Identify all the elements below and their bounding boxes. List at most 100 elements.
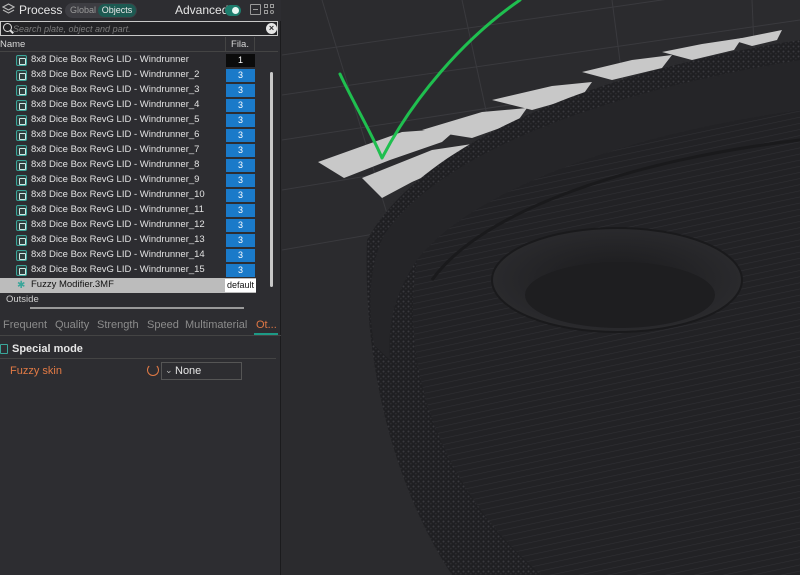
scope-toggle[interactable]: Global Objects <box>65 3 137 18</box>
object-icon <box>16 265 27 276</box>
object-name: 8x8 Dice Box RevG LID - Windrunner_2 <box>31 69 200 80</box>
column-name-header[interactable]: Name <box>0 39 25 50</box>
object-icon <box>16 130 27 141</box>
param-table-icon[interactable] <box>264 4 276 16</box>
object-icon <box>16 70 27 81</box>
process-header: Process Global Objects Advanced <box>0 0 281 21</box>
object-name: 8x8 Dice Box RevG LID - Windrunner_14 <box>31 249 205 260</box>
object-name: 8x8 Dice Box RevG LID - Windrunner_9 <box>31 174 200 185</box>
object-name: 8x8 Dice Box RevG LID - Windrunner_8 <box>31 159 200 170</box>
object-name: 8x8 Dice Box RevG LID - Windrunner_11 <box>31 204 205 215</box>
search-box[interactable]: × <box>0 21 278 36</box>
filament-badge[interactable]: 3 <box>226 159 255 172</box>
list-item[interactable]: 8x8 Dice Box RevG LID - Windrunner_13 3 <box>0 233 270 248</box>
filament-badge[interactable]: 1 <box>226 54 255 67</box>
advanced-toggle[interactable] <box>225 5 241 16</box>
object-list-scrollbar[interactable] <box>270 72 273 287</box>
object-name: 8x8 Dice Box RevG LID - Windrunner_3 <box>31 84 200 95</box>
scope-global-option[interactable]: Global <box>70 5 96 15</box>
filament-badge[interactable]: 3 <box>226 264 255 277</box>
column-filament-header[interactable]: Fila. <box>225 37 255 52</box>
list-item[interactable]: 8x8 Dice Box RevG LID - Windrunner_11 3 <box>0 203 270 218</box>
object-icon <box>16 190 27 201</box>
object-icon <box>16 205 27 216</box>
scope-objects-option[interactable]: Objects <box>98 4 136 17</box>
object-icon <box>16 100 27 111</box>
filament-badge[interactable]: 3 <box>226 69 255 82</box>
list-item[interactable]: 8x8 Dice Box RevG LID - Windrunner_5 3 <box>0 113 270 128</box>
section-icon <box>0 344 8 354</box>
outside-item[interactable]: Outside <box>0 293 270 308</box>
object-name: 8x8 Dice Box RevG LID - Windrunner_15 <box>31 264 205 275</box>
chevron-down-icon: ⌄ <box>165 365 173 375</box>
list-item[interactable]: 8x8 Dice Box RevG LID - Windrunner_15 3 <box>0 263 270 278</box>
reset-icon[interactable] <box>147 364 159 376</box>
tab-speed[interactable]: Speed <box>147 319 179 331</box>
filament-badge[interactable]: 3 <box>226 219 255 232</box>
process-panel: Process Global Objects Advanced × Name F… <box>0 0 281 575</box>
viewport-scene <box>282 0 800 575</box>
object-name: 8x8 Dice Box RevG LID - Windrunner_7 <box>31 144 200 155</box>
close-icon[interactable]: × <box>266 23 277 34</box>
list-item[interactable]: 8x8 Dice Box RevG LID - Windrunner_8 3 <box>0 158 270 173</box>
list-item[interactable]: 8x8 Dice Box RevG LID - Windrunner_4 3 <box>0 98 270 113</box>
object-name: 8x8 Dice Box RevG LID - Windrunner_6 <box>31 129 200 140</box>
search-input[interactable] <box>13 22 261 35</box>
modifier-name: Fuzzy Modifier.3MF <box>31 279 114 290</box>
object-icon <box>16 85 27 96</box>
filament-badge[interactable]: 3 <box>226 234 255 247</box>
list-item[interactable]: 8x8 Dice Box RevG LID - Windrunner_14 3 <box>0 248 270 263</box>
settings-tabs: Frequent Quality Strength Speed Multimat… <box>0 316 281 336</box>
filament-badge[interactable]: 3 <box>226 174 255 187</box>
layers-icon <box>2 3 15 14</box>
hole-inner-wall <box>525 262 715 328</box>
horizontal-scrollbar[interactable] <box>30 307 244 309</box>
filament-badge[interactable]: default <box>225 279 256 292</box>
object-icon <box>16 115 27 126</box>
advanced-label: Advanced <box>175 3 229 17</box>
filament-badge[interactable]: 3 <box>226 114 255 127</box>
modifier-list-item[interactable]: ✱ Fuzzy Modifier.3MF default <box>0 278 256 293</box>
list-item[interactable]: 8x8 Dice Box RevG LID - Windrunner 1 <box>0 53 270 68</box>
fuzzy-skin-select[interactable]: ⌄ None <box>161 362 242 380</box>
tab-quality[interactable]: Quality <box>55 319 89 331</box>
list-item[interactable]: 8x8 Dice Box RevG LID - Windrunner_3 3 <box>0 83 270 98</box>
list-item[interactable]: 8x8 Dice Box RevG LID - Windrunner_12 3 <box>0 218 270 233</box>
filament-badge[interactable]: 3 <box>226 204 255 217</box>
object-icon <box>16 250 27 261</box>
object-icon <box>16 145 27 156</box>
fuzzy-skin-value: None <box>175 365 202 377</box>
object-icon <box>16 160 27 171</box>
3d-viewport[interactable] <box>282 0 800 575</box>
compare-icon[interactable] <box>250 4 261 15</box>
object-icon <box>16 235 27 246</box>
process-title: Process <box>19 3 63 17</box>
object-name: 8x8 Dice Box RevG LID - Windrunner_5 <box>31 114 200 125</box>
tab-strength[interactable]: Strength <box>97 319 139 331</box>
filament-badge[interactable]: 3 <box>226 249 255 262</box>
list-item[interactable]: 8x8 Dice Box RevG LID - Windrunner_9 3 <box>0 173 270 188</box>
filament-badge[interactable]: 3 <box>226 99 255 112</box>
object-icon <box>16 55 27 66</box>
outside-label: Outside <box>6 294 39 305</box>
filament-badge[interactable]: 3 <box>226 189 255 202</box>
object-name: 8x8 Dice Box RevG LID - Windrunner_12 <box>31 219 205 230</box>
object-name: 8x8 Dice Box RevG LID - Windrunner_10 <box>31 189 205 200</box>
filament-badge[interactable]: 3 <box>226 129 255 142</box>
tab-others[interactable]: Ot... <box>256 319 277 331</box>
tab-frequent[interactable]: Frequent <box>3 319 47 331</box>
modifier-icon: ✱ <box>17 280 26 291</box>
list-item[interactable]: 8x8 Dice Box RevG LID - Windrunner_6 3 <box>0 128 270 143</box>
list-item[interactable]: 8x8 Dice Box RevG LID - Windrunner_7 3 <box>0 143 270 158</box>
section-title: Special mode <box>12 343 83 355</box>
object-name: 8x8 Dice Box RevG LID - Windrunner_4 <box>31 99 200 110</box>
filament-badge[interactable]: 3 <box>226 84 255 97</box>
tab-multimaterial[interactable]: Multimaterial <box>185 319 247 331</box>
active-tab-indicator <box>254 333 278 335</box>
list-item[interactable]: 8x8 Dice Box RevG LID - Windrunner_2 3 <box>0 68 270 83</box>
section-divider <box>0 358 276 359</box>
filament-badge[interactable]: 3 <box>226 144 255 157</box>
list-item[interactable]: 8x8 Dice Box RevG LID - Windrunner_10 3 <box>0 188 270 203</box>
special-mode-section: Special mode <box>0 342 281 358</box>
object-icon <box>16 175 27 186</box>
